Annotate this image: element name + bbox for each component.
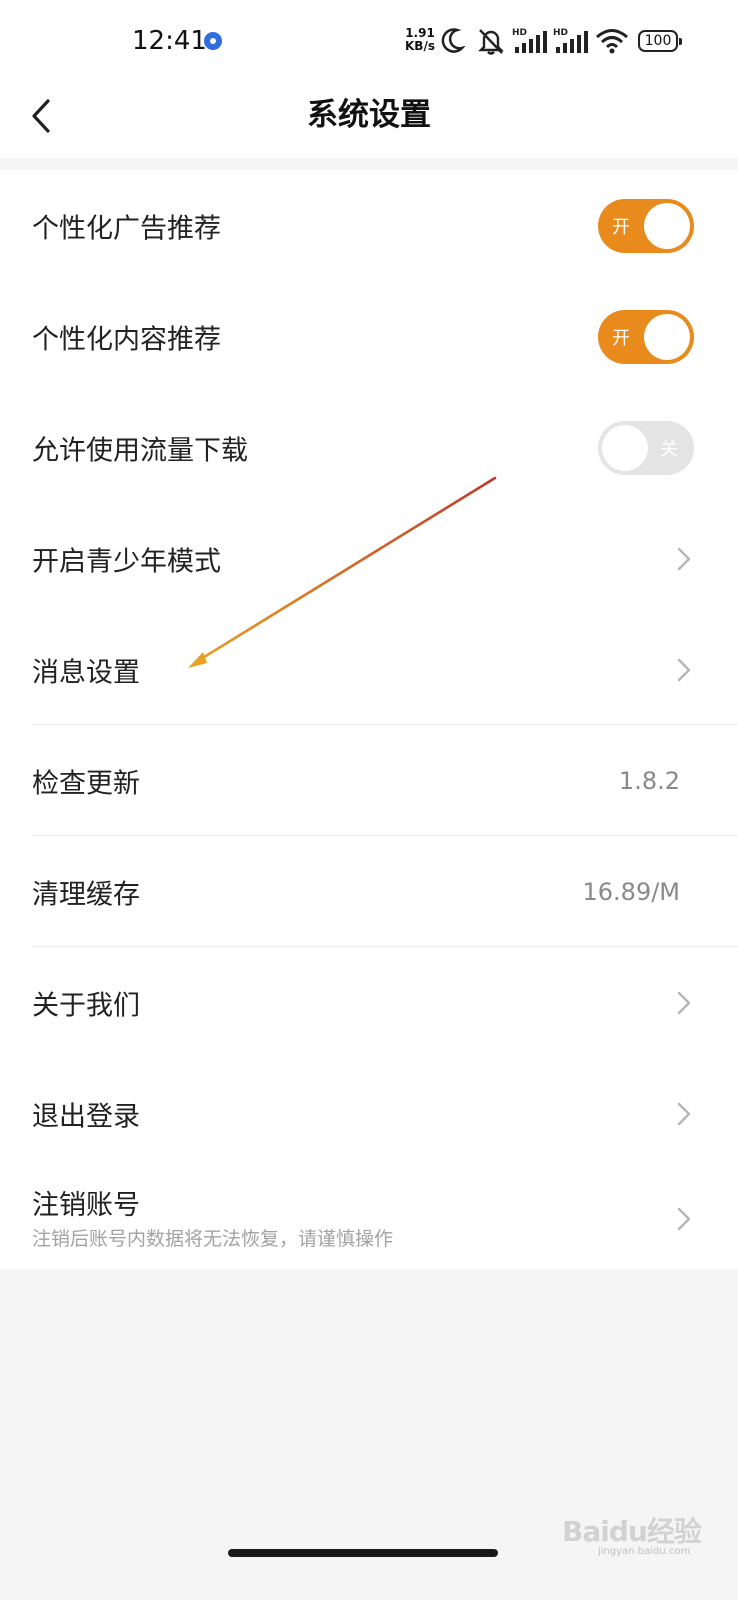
chevron-right-icon	[677, 1207, 691, 1231]
mobile-data-download-toggle[interactable]: 关	[598, 420, 694, 475]
toggle-state-text: 开	[612, 216, 630, 238]
setting-row-about-us[interactable]: 关于我们	[0, 947, 738, 1058]
setting-label: 消息设置	[32, 657, 140, 688]
app-version-value: 1.8.2	[618, 766, 680, 795]
wifi-icon	[596, 29, 628, 54]
status-time: 12:41	[132, 26, 207, 56]
toggle-knob	[644, 313, 690, 360]
setting-row-delete-account[interactable]: 注销账号 注销后账号内数据将无法恢复，请谨慎操作	[0, 1169, 738, 1269]
setting-label: 个性化内容推荐	[32, 324, 221, 355]
personalized-ads-toggle[interactable]: 开	[598, 198, 694, 253]
signal-2-icon: HD	[553, 28, 588, 53]
watermark-url: jingyan.baidu.com	[598, 1546, 691, 1557]
signal-1-label: HD	[512, 28, 527, 38]
cache-size-value: 16.89/M	[582, 877, 681, 906]
chevron-right-icon	[677, 547, 691, 570]
setting-row-teen-mode[interactable]: 开启青少年模式	[0, 503, 738, 614]
setting-label: 检查更新	[32, 768, 140, 799]
toggle-state-text: 关	[660, 438, 678, 460]
home-indicator[interactable]	[228, 1549, 498, 1557]
setting-label: 退出登录	[32, 1101, 140, 1132]
signal-1-icon: HD	[512, 28, 547, 53]
watermark-text-b: du	[608, 1515, 648, 1548]
chevron-right-icon	[677, 658, 691, 681]
network-speed-unit: KB/s	[405, 39, 435, 53]
setting-row-personalized-ads: 个性化广告推荐 开	[0, 170, 738, 281]
setting-label: 关于我们	[32, 990, 140, 1021]
setting-row-mobile-data-download: 允许使用流量下载 关	[0, 392, 738, 503]
setting-label: 个性化广告推荐	[32, 213, 221, 244]
watermark-text-c: 经验	[646, 1515, 702, 1548]
setting-label: 清理缓存	[32, 879, 140, 910]
battery-icon: 100	[638, 30, 682, 52]
setting-row-clear-cache[interactable]: 清理缓存 16.89/M	[0, 836, 738, 947]
setting-row-check-update[interactable]: 检查更新 1.8.2	[0, 725, 738, 836]
toggle-knob	[602, 424, 648, 471]
muted-bell-icon	[478, 29, 504, 55]
setting-subtitle: 注销后账号内数据将无法恢复，请谨慎操作	[32, 1228, 394, 1250]
network-speed: 1.91 KB/s	[402, 27, 438, 53]
toggle-knob	[644, 202, 690, 249]
personalized-content-toggle[interactable]: 开	[598, 309, 694, 364]
page-title: 系统设置	[307, 97, 431, 133]
location-indicator-icon	[204, 32, 222, 50]
chevron-right-icon	[677, 1102, 691, 1125]
status-bar: 12:41 1.91 KB/s HD HD 100	[0, 0, 738, 84]
watermark-logo: Baidu经验	[562, 1510, 702, 1550]
baidu-jingyan-watermark: Baidu经验 jingyan.baidu.com	[562, 1508, 702, 1558]
nav-bar: 系统设置	[0, 84, 738, 154]
chevron-right-icon	[677, 991, 691, 1014]
setting-label: 开启青少年模式	[32, 546, 221, 577]
setting-row-personalized-content: 个性化内容推荐 开	[0, 281, 738, 392]
setting-row-message-settings[interactable]: 消息设置	[0, 614, 738, 725]
signal-2-label: HD	[553, 28, 568, 38]
setting-label: 注销账号	[32, 1190, 140, 1221]
setting-label: 允许使用流量下载	[32, 435, 248, 466]
moon-icon	[441, 28, 465, 53]
top-area: 12:41 1.91 KB/s HD HD 100 系统设置	[0, 0, 738, 158]
toggle-state-text: 开	[612, 327, 630, 349]
setting-row-logout[interactable]: 退出登录	[0, 1058, 738, 1169]
settings-list: 个性化广告推荐 开 个性化内容推荐 开 允许使用流量下载 关 开启青少年模式 消…	[0, 170, 738, 1269]
watermark-text-a: Bai	[562, 1515, 610, 1548]
